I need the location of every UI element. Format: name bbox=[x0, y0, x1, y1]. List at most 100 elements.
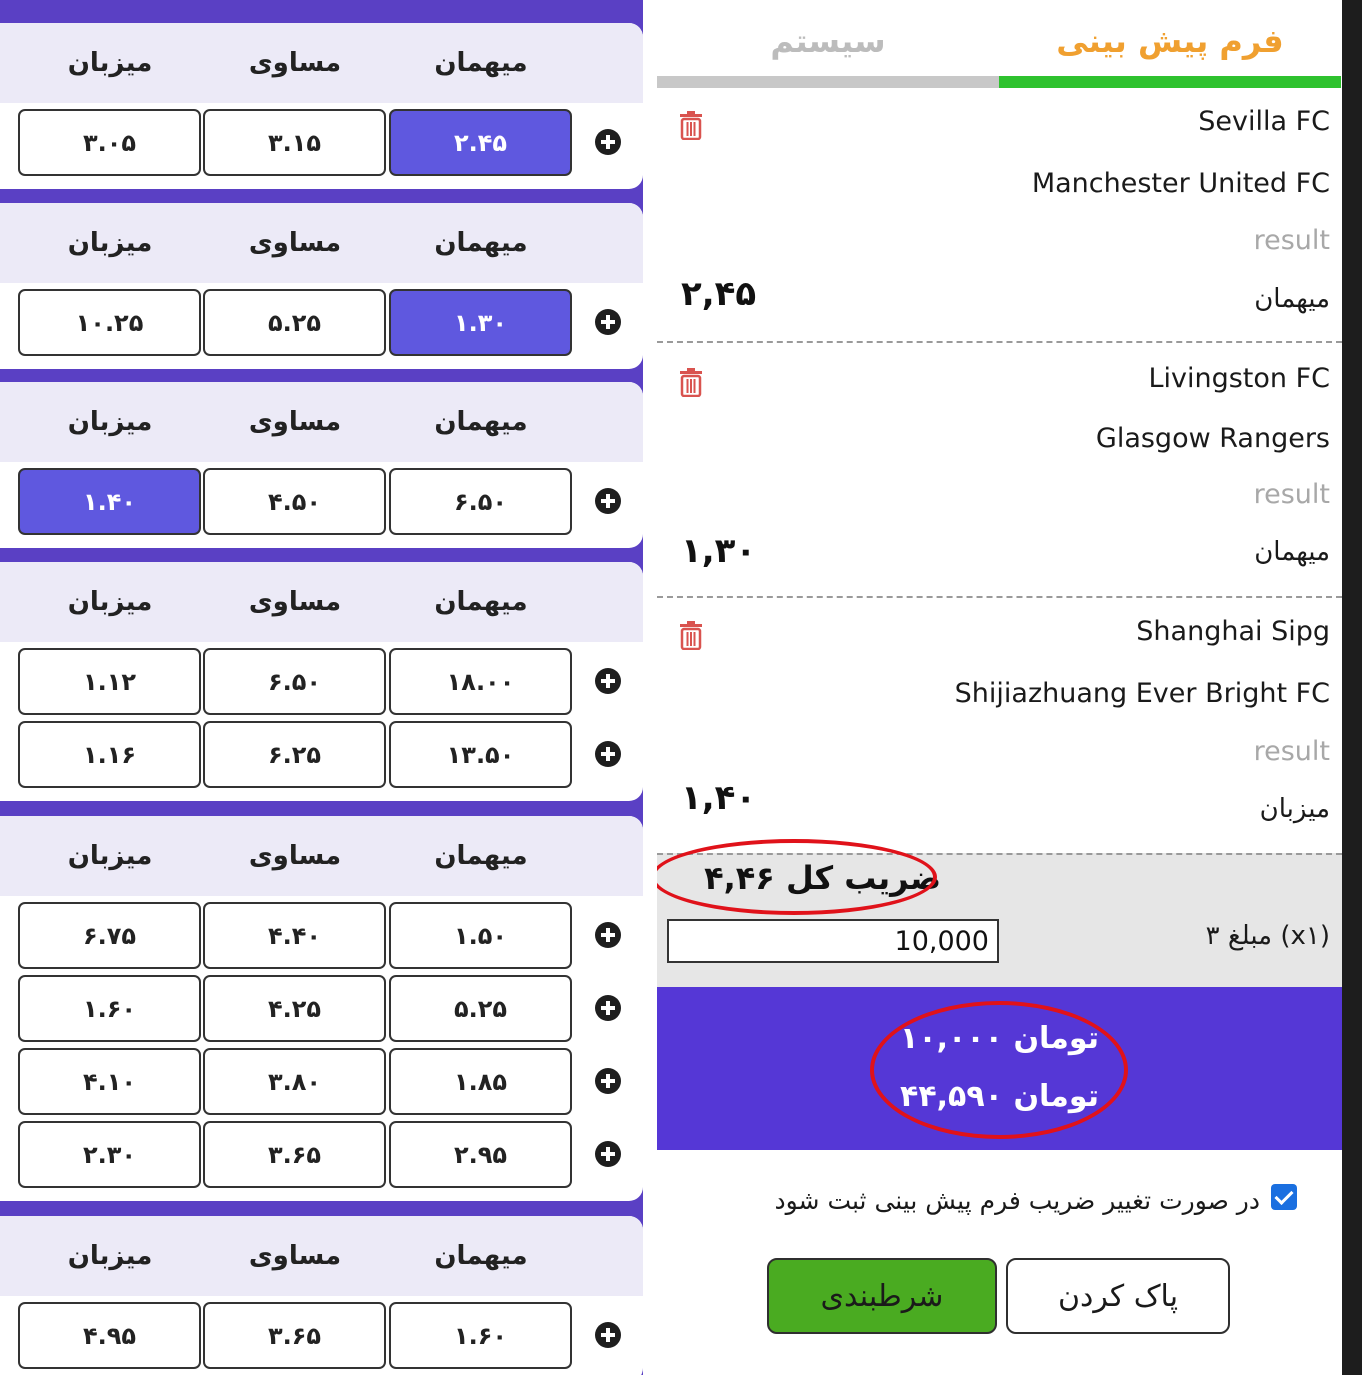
header-host: میزبان bbox=[67, 841, 153, 871]
bet-team-home: Livingston FC bbox=[1148, 363, 1330, 394]
odd-draw-button[interactable]: ۴.۲۵ bbox=[203, 975, 386, 1042]
odd-guest-button[interactable]: ۵.۲۵ bbox=[389, 975, 572, 1042]
odd-host-button[interactable]: ۱.۶۰ bbox=[18, 975, 201, 1042]
odds-header: میزبان مساوی میهمان bbox=[0, 1216, 643, 1296]
odds-row: ۲.۳۰ ۳.۶۵ ۲.۹۵ bbox=[0, 1115, 643, 1188]
tab-system-indicator bbox=[657, 76, 999, 88]
header-guest: میهمان bbox=[434, 841, 528, 871]
odds-row: ۱.۱۶ ۶.۲۵ ۱۳.۵۰ bbox=[0, 715, 643, 788]
bet-item: Livingston FC Glasgow Rangers result میه… bbox=[657, 343, 1342, 596]
odds-header: میزبان مساوی میهمان bbox=[0, 203, 643, 283]
plus-circle-icon[interactable] bbox=[595, 741, 621, 767]
odd-host-button[interactable]: ۶.۷۵ bbox=[18, 902, 201, 969]
plus-circle-icon[interactable] bbox=[595, 922, 621, 948]
odd-guest-button[interactable]: ۱.۳۰ bbox=[389, 289, 572, 356]
odd-guest-button[interactable]: ۶.۵۰ bbox=[389, 468, 572, 535]
match-card: میزبان مساوی میهمان ۶.۷۵ ۴.۴۰ ۱.۵۰ ۱.۶۰ ۴.۲۵ ۵.۲… bbox=[0, 816, 643, 1201]
odd-host-button[interactable]: ۱.۱۲ bbox=[18, 648, 201, 715]
odds-row: ۶.۷۵ ۴.۴۰ ۱.۵۰ bbox=[0, 896, 643, 969]
odd-host-button[interactable]: ۴.۱۰ bbox=[18, 1048, 201, 1115]
bet-team-home: Shanghai Sipg bbox=[1136, 616, 1330, 647]
odd-guest-button[interactable]: ۱.۸۵ bbox=[389, 1048, 572, 1115]
header-guest: میهمان bbox=[434, 48, 528, 78]
odd-draw-button[interactable]: ۳.۶۵ bbox=[203, 1302, 386, 1369]
plus-circle-icon[interactable] bbox=[595, 995, 621, 1021]
odd-draw-button[interactable]: ۵.۲۵ bbox=[203, 289, 386, 356]
tab-form[interactable]: فرم پیش بینی bbox=[999, 0, 1341, 88]
trash-icon[interactable] bbox=[679, 110, 703, 140]
header-draw: مساوی bbox=[248, 1241, 342, 1271]
odd-draw-button[interactable]: ۳.۱۵ bbox=[203, 109, 386, 176]
match-card: میزبان مساوی میهمان ۴.۹۵ ۳.۶۵ ۱.۶۰ bbox=[0, 1216, 643, 1375]
bet-market: result bbox=[1253, 736, 1330, 767]
odds-row: ۱.۴۰ ۴.۵۰ ۶.۵۰ bbox=[0, 462, 643, 535]
bet-pick: میهمان bbox=[1254, 284, 1330, 314]
plus-circle-icon[interactable] bbox=[595, 129, 621, 155]
header-guest: میهمان bbox=[434, 587, 528, 617]
odd-host-button[interactable]: ۳.۰۵ bbox=[18, 109, 201, 176]
odds-row: ۱.۱۲ ۶.۵۰ ۱۸.۰۰ bbox=[0, 642, 643, 715]
header-draw: مساوی bbox=[248, 587, 342, 617]
odds-row: ۴.۹۵ ۳.۶۵ ۱.۶۰ bbox=[0, 1296, 643, 1369]
odd-guest-button[interactable]: ۲.۹۵ bbox=[389, 1121, 572, 1188]
odds-header: میزبان مساوی میهمان bbox=[0, 816, 643, 896]
trash-icon[interactable] bbox=[679, 620, 703, 650]
odds-row: ۱۰.۲۵ ۵.۲۵ ۱.۳۰ bbox=[0, 283, 643, 356]
odd-guest-button[interactable]: ۱.۶۰ bbox=[389, 1302, 572, 1369]
odd-guest-button[interactable]: ۱۸.۰۰ bbox=[389, 648, 572, 715]
odd-draw-button[interactable]: ۶.۲۵ bbox=[203, 721, 386, 788]
bet-summary: ضریب کل ۴,۴۶ ۳ مبلغ (x۱) bbox=[657, 839, 1342, 987]
plus-circle-icon[interactable] bbox=[595, 1141, 621, 1167]
place-bet-button[interactable]: شرطبندی bbox=[767, 1258, 997, 1334]
plus-circle-icon[interactable] bbox=[595, 488, 621, 514]
odd-draw-button[interactable]: ۶.۵۰ bbox=[203, 648, 386, 715]
odd-draw-button[interactable]: ۳.۶۵ bbox=[203, 1121, 386, 1188]
odd-host-button[interactable]: ۲.۳۰ bbox=[18, 1121, 201, 1188]
plus-circle-icon[interactable] bbox=[595, 668, 621, 694]
totals-panel: ۱۰,۰۰۰ تومان ۴۴,۵۹۰ تومان bbox=[657, 987, 1342, 1150]
header-host: میزبان bbox=[67, 228, 153, 258]
accept-odds-checkbox[interactable] bbox=[1271, 1184, 1297, 1210]
panel-divider bbox=[643, 0, 657, 1375]
scrollbar[interactable] bbox=[1342, 0, 1362, 1375]
header-draw: مساوی bbox=[248, 228, 342, 258]
match-card: میزبان مساوی میهمان ۱.۱۲ ۶.۵۰ ۱۸.۰۰ ۱.۱۶ ۶.۲۵ ۱۳… bbox=[0, 562, 643, 801]
bet-item: Shanghai Sipg Shijiazhuang Ever Bright F… bbox=[657, 598, 1342, 853]
total-stake: ۱۰,۰۰۰ تومان bbox=[900, 1021, 1099, 1056]
plus-circle-icon[interactable] bbox=[595, 309, 621, 335]
plus-circle-icon[interactable] bbox=[595, 1068, 621, 1094]
odd-draw-button[interactable]: ۴.۴۰ bbox=[203, 902, 386, 969]
header-host: میزبان bbox=[67, 1241, 153, 1271]
odds-header: میزبان مساوی میهمان bbox=[0, 562, 643, 642]
odd-guest-button[interactable]: ۱.۵۰ bbox=[389, 902, 572, 969]
bet-team-away: Shijiazhuang Ever Bright FC bbox=[954, 678, 1330, 709]
bet-item: Sevilla FC Manchester United FC result م… bbox=[657, 88, 1342, 341]
odd-draw-button[interactable]: ۳.۸۰ bbox=[203, 1048, 386, 1115]
tab-system-label: سیستم bbox=[770, 22, 886, 60]
odd-host-button[interactable]: ۱.۱۶ bbox=[18, 721, 201, 788]
odd-guest-button[interactable]: ۱۳.۵۰ bbox=[389, 721, 572, 788]
odd-host-button[interactable]: ۱.۴۰ bbox=[18, 468, 201, 535]
odds-row: ۳.۰۵ ۳.۱۵ ۲.۴۵ bbox=[0, 103, 643, 176]
potential-payout: ۴۴,۵۹۰ تومان bbox=[900, 1079, 1099, 1114]
plus-circle-icon[interactable] bbox=[595, 1322, 621, 1348]
total-odd: ضریب کل ۴,۴۶ bbox=[704, 859, 941, 897]
stake-input[interactable] bbox=[667, 919, 999, 963]
odd-host-button[interactable]: ۱۰.۲۵ bbox=[18, 289, 201, 356]
odds-row: ۱.۶۰ ۴.۲۵ ۵.۲۵ bbox=[0, 969, 643, 1042]
trash-icon[interactable] bbox=[679, 367, 703, 397]
odd-draw-button[interactable]: ۴.۵۰ bbox=[203, 468, 386, 535]
bet-odd: ۲,۴۵ bbox=[681, 274, 757, 314]
odd-host-button[interactable]: ۴.۹۵ bbox=[18, 1302, 201, 1369]
odd-guest-button[interactable]: ۲.۴۵ bbox=[389, 109, 572, 176]
clear-button[interactable]: پاک کردن bbox=[1006, 1258, 1230, 1334]
tab-form-indicator bbox=[999, 76, 1341, 88]
bet-slip-tabs: سیستم فرم پیش بینی bbox=[657, 0, 1342, 88]
match-card: میزبان مساوی میهمان ۱۰.۲۵ ۵.۲۵ ۱.۳۰ bbox=[0, 203, 643, 369]
odds-list: میزبان مساوی میهمان ۳.۰۵ ۳.۱۵ ۲.۴۵ میزبان مساوی… bbox=[0, 0, 643, 1375]
accept-odds-label: در صورت تغییر ضریب فرم پیش بینی ثبت شود bbox=[774, 1186, 1261, 1215]
tab-system[interactable]: سیستم bbox=[657, 0, 999, 88]
tab-form-label: فرم پیش بینی bbox=[1056, 22, 1284, 60]
bet-team-away: Manchester United FC bbox=[1031, 168, 1330, 199]
header-draw: مساوی bbox=[248, 407, 342, 437]
